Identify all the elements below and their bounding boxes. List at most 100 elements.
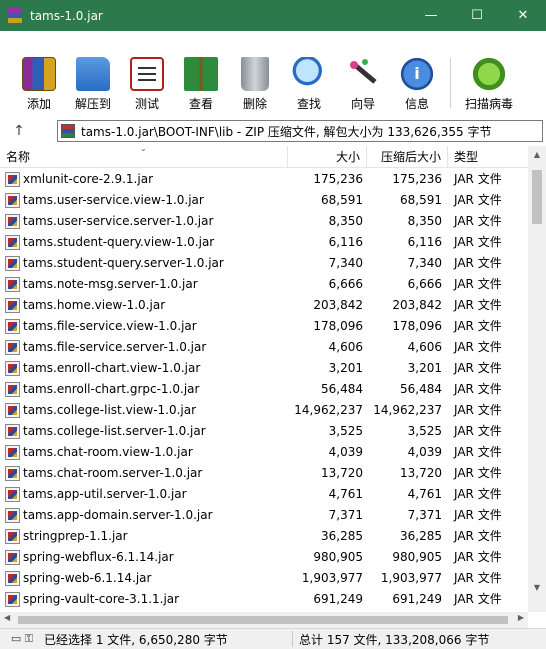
file-row[interactable]: tams.enroll-chart.view-1.0.jar 3,201 3,201… bbox=[0, 358, 528, 379]
file-type: JAR 文件 bbox=[454, 298, 502, 312]
winrar-app-icon bbox=[8, 7, 22, 24]
scroll-left-icon[interactable]: ◀ bbox=[4, 613, 10, 622]
sort-chevron-icon: ⌄ bbox=[140, 146, 147, 153]
column-size[interactable]: 大小 bbox=[288, 146, 367, 168]
path-field[interactable]: tams-1.0.jar\BOOT-INF\lib - ZIP 压缩文件, 解包… bbox=[57, 120, 543, 142]
file-name: stringprep-1.1.jar bbox=[23, 529, 128, 543]
horizontal-scroll-thumb[interactable] bbox=[18, 616, 508, 624]
file-size: 4,039 bbox=[328, 445, 363, 459]
file-name: tams.file-service.server-1.0.jar bbox=[23, 340, 207, 354]
file-packed-size: 7,371 bbox=[407, 508, 442, 522]
file-rows: xmlunit-core-2.9.1.jar 175,236 175,236 JAR … bbox=[0, 169, 528, 610]
test-icon bbox=[130, 57, 164, 91]
file-row[interactable]: tams.enroll-chart.grpc-1.0.jar 56,484 56,4… bbox=[0, 379, 528, 400]
file-type: JAR 文件 bbox=[454, 277, 502, 291]
file-name: tams.enroll-chart.view-1.0.jar bbox=[23, 361, 201, 375]
file-type: JAR 文件 bbox=[454, 172, 502, 186]
file-type: JAR 文件 bbox=[454, 550, 502, 564]
file-row[interactable]: stringprep-1.1.jar 36,285 36,285 JAR 文件 bbox=[0, 526, 528, 547]
toolbar: 添加 解压到 测试 查看 删除 查找 向导 i 信息 扫描病毒 bbox=[0, 51, 546, 115]
maximize-button[interactable]: ☐ bbox=[454, 0, 500, 31]
up-folder-button[interactable]: ↑ bbox=[0, 119, 38, 143]
horizontal-scrollbar[interactable]: ◀ ▶ bbox=[0, 612, 528, 628]
jar-file-icon bbox=[5, 235, 20, 250]
drive-key-icon[interactable]: ▭ ⚿ bbox=[0, 629, 44, 649]
column-type[interactable]: 类型 bbox=[448, 146, 528, 168]
virus-scan-button[interactable]: 扫描病毒 bbox=[459, 51, 519, 115]
file-row[interactable]: tams.file-service.view-1.0.jar 178,096 178… bbox=[0, 316, 528, 337]
file-row[interactable]: tams.file-service.server-1.0.jar 4,606 4,6… bbox=[0, 337, 528, 358]
menu-bar bbox=[0, 31, 546, 51]
file-size: 175,236 bbox=[313, 172, 363, 186]
file-row[interactable]: tams.app-domain.server-1.0.jar 7,371 7,371… bbox=[0, 505, 528, 526]
file-type: JAR 文件 bbox=[454, 403, 502, 417]
file-row[interactable]: tams.chat-room.server-1.0.jar 13,720 13,72… bbox=[0, 463, 528, 484]
test-button[interactable]: 测试 bbox=[126, 51, 168, 115]
extract-to-icon bbox=[76, 57, 110, 91]
file-size: 3,201 bbox=[328, 361, 363, 375]
add-button[interactable]: 添加 bbox=[18, 51, 60, 115]
file-type: JAR 文件 bbox=[454, 466, 502, 480]
file-row[interactable]: spring-vault-core-3.1.1.jar 691,249 691,24… bbox=[0, 589, 528, 610]
file-row[interactable]: spring-webflux-6.1.14.jar 980,905 980,905 J… bbox=[0, 547, 528, 568]
jar-file-icon bbox=[5, 277, 20, 292]
scroll-down-icon[interactable]: ▼ bbox=[528, 583, 546, 592]
file-size: 56,484 bbox=[321, 382, 363, 396]
file-name: tams.enroll-chart.grpc-1.0.jar bbox=[23, 382, 200, 396]
file-row[interactable]: tams.app-util.server-1.0.jar 4,761 4,761 JA… bbox=[0, 484, 528, 505]
vertical-scroll-thumb[interactable] bbox=[532, 170, 542, 224]
file-name: tams.user-service.server-1.0.jar bbox=[23, 214, 214, 228]
file-row[interactable]: xmlunit-core-2.9.1.jar 175,236 175,236 JAR … bbox=[0, 169, 528, 190]
file-packed-size: 3,201 bbox=[407, 361, 442, 375]
file-size: 7,371 bbox=[328, 508, 363, 522]
file-packed-size: 1,903,977 bbox=[380, 571, 442, 585]
file-row[interactable]: tams.note-msg.server-1.0.jar 6,666 6,666 JA… bbox=[0, 274, 528, 295]
find-button[interactable]: 查找 bbox=[288, 51, 330, 115]
file-packed-size: 4,761 bbox=[407, 487, 442, 501]
file-packed-size: 691,249 bbox=[392, 592, 442, 606]
file-size: 691,249 bbox=[313, 592, 363, 606]
file-row[interactable]: tams.student-query.view-1.0.jar 6,116 6,11… bbox=[0, 232, 528, 253]
file-row[interactable]: tams.college-list.server-1.0.jar 3,525 3,5… bbox=[0, 421, 528, 442]
scroll-right-icon[interactable]: ▶ bbox=[518, 613, 524, 622]
file-name: spring-web-6.1.14.jar bbox=[23, 571, 152, 585]
wizard-icon bbox=[346, 57, 380, 91]
file-name: tams.user-service.view-1.0.jar bbox=[23, 193, 204, 207]
extract-to-button[interactable]: 解压到 bbox=[72, 51, 114, 115]
wizard-button[interactable]: 向导 bbox=[342, 51, 384, 115]
file-size: 36,285 bbox=[321, 529, 363, 543]
scroll-up-icon[interactable]: ▲ bbox=[528, 150, 546, 159]
file-size: 1,903,977 bbox=[301, 571, 363, 585]
file-name: tams.app-domain.server-1.0.jar bbox=[23, 508, 213, 522]
file-size: 203,842 bbox=[313, 298, 363, 312]
file-size: 4,606 bbox=[328, 340, 363, 354]
jar-file-icon bbox=[5, 571, 20, 586]
title-bar[interactable]: tams-1.0.jar — ☐ ✕ bbox=[0, 0, 546, 31]
file-name: tams.student-query.view-1.0.jar bbox=[23, 235, 215, 249]
file-row[interactable]: spring-web-6.1.14.jar 1,903,977 1,903,977 J… bbox=[0, 568, 528, 589]
file-row[interactable]: tams.user-service.view-1.0.jar 68,591 68,5… bbox=[0, 190, 528, 211]
file-size: 4,761 bbox=[328, 487, 363, 501]
file-size: 14,962,237 bbox=[294, 403, 363, 417]
jar-file-icon bbox=[5, 592, 20, 607]
column-packed-size[interactable]: 压缩后大小 bbox=[367, 146, 448, 168]
file-size: 6,116 bbox=[328, 235, 363, 249]
file-type: JAR 文件 bbox=[454, 340, 502, 354]
file-type: JAR 文件 bbox=[454, 361, 502, 375]
file-row[interactable]: tams.chat-room.view-1.0.jar 4,039 4,039 JAR… bbox=[0, 442, 528, 463]
file-row[interactable]: tams.home.view-1.0.jar 203,842 203,842 JAR … bbox=[0, 295, 528, 316]
file-size: 8,350 bbox=[328, 214, 363, 228]
file-row[interactable]: tams.college-list.view-1.0.jar 14,962,237… bbox=[0, 400, 528, 421]
path-text: tams-1.0.jar\BOOT-INF\lib - ZIP 压缩文件, 解包… bbox=[81, 124, 492, 139]
file-row[interactable]: tams.user-service.server-1.0.jar 8,350 8,3… bbox=[0, 211, 528, 232]
virus-scan-icon bbox=[472, 57, 506, 91]
view-button[interactable]: 查看 bbox=[180, 51, 222, 115]
window-title: tams-1.0.jar bbox=[30, 8, 103, 23]
info-button[interactable]: i 信息 bbox=[396, 51, 438, 115]
delete-button[interactable]: 删除 bbox=[234, 51, 276, 115]
vertical-scrollbar[interactable]: ▲ ▼ bbox=[528, 146, 546, 612]
close-button[interactable]: ✕ bbox=[500, 0, 546, 31]
file-row[interactable]: tams.student-query.server-1.0.jar 7,340 7,… bbox=[0, 253, 528, 274]
minimize-button[interactable]: — bbox=[408, 0, 454, 31]
jar-file-icon bbox=[5, 382, 20, 397]
